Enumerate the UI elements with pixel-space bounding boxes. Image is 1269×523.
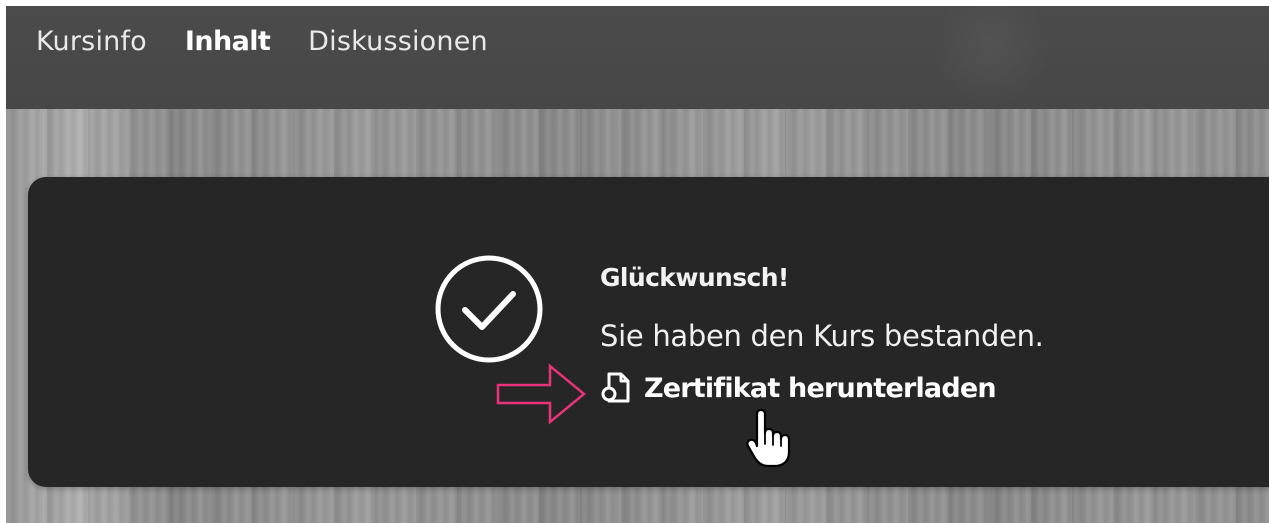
completion-title: Glückwunsch! <box>600 263 789 292</box>
certificate-file-icon <box>601 372 630 403</box>
tab-inhalt[interactable]: Inhalt <box>185 26 271 57</box>
course-top-navigation: Kursinfo Inhalt Diskussionen <box>6 6 1269 109</box>
course-tabs: Kursinfo Inhalt Diskussionen <box>36 26 526 57</box>
check-circle-icon <box>435 255 543 363</box>
download-certificate-label: Zertifikat herunterladen <box>644 372 997 404</box>
tab-diskussionen[interactable]: Diskussionen <box>308 26 488 57</box>
arrow-right-icon <box>496 363 586 425</box>
completion-message: Sie haben den Kurs bestanden. <box>600 319 1044 353</box>
tab-kursinfo[interactable]: Kursinfo <box>36 26 147 57</box>
download-certificate-link[interactable]: Zertifikat herunterladen <box>600 370 997 406</box>
hand-pointer-cursor-icon <box>746 408 791 468</box>
